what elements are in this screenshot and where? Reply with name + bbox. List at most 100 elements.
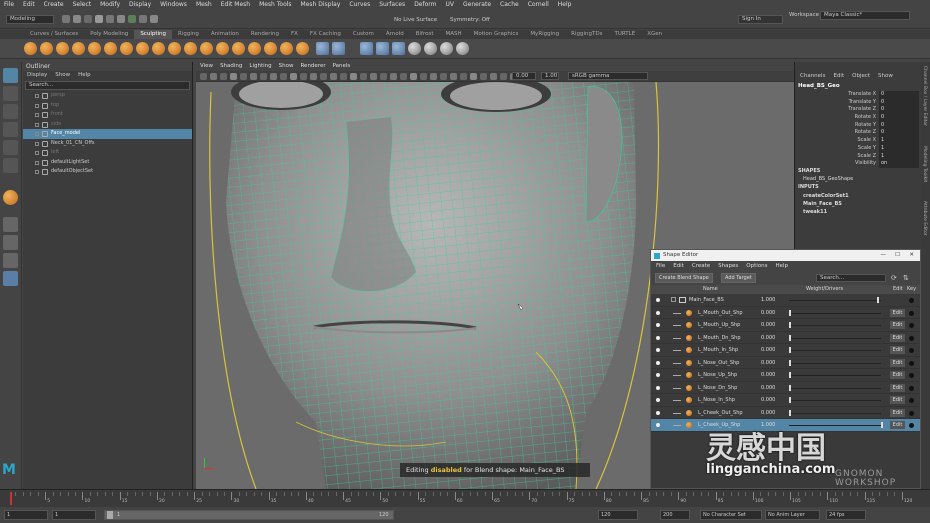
target-key-icon[interactable] xyxy=(909,360,914,366)
target-edit-button[interactable]: Edit xyxy=(890,371,905,379)
target-edit-button[interactable]: Edit xyxy=(890,308,905,317)
target-slider-handle[interactable] xyxy=(789,322,791,328)
target-edit-button[interactable]: Edit xyxy=(890,321,905,329)
panel-toolbar-icons[interactable] xyxy=(200,73,517,80)
side-tab[interactable]: Attribute Editor xyxy=(922,201,927,236)
relax-tool-icon[interactable] xyxy=(56,42,69,55)
smear-tool-icon[interactable] xyxy=(248,42,261,55)
target-slider[interactable] xyxy=(789,387,881,389)
channel-value[interactable]: 1 xyxy=(879,137,919,145)
menu-help[interactable]: Help xyxy=(558,0,572,10)
menu-mesh-display[interactable]: Mesh Display xyxy=(301,0,341,10)
target-row[interactable]: L_Mouth_In_Shp 0.000 Edit xyxy=(651,344,920,357)
close-icon[interactable]: ✕ xyxy=(909,250,914,261)
target-slider-handle[interactable] xyxy=(789,334,791,341)
channel-row[interactable]: Rotate X0 xyxy=(795,114,922,122)
shelf-tab-curves-surfaces[interactable]: Curves / Surfaces xyxy=(24,30,84,39)
four-view-icon[interactable] xyxy=(3,235,18,250)
range-start-handle[interactable] xyxy=(107,511,113,519)
scrape-tool-icon[interactable] xyxy=(200,42,213,55)
symmetry-label[interactable]: Symmetry: Off xyxy=(450,16,490,24)
target-weight[interactable]: 0.000 xyxy=(761,319,775,332)
channel-row[interactable]: Rotate Y0 xyxy=(795,121,922,130)
target-row[interactable]: L_Nose_Dn_Shp 0.000 Edit xyxy=(651,382,920,394)
channel-value[interactable]: 0 xyxy=(879,91,919,99)
target-row[interactable]: L_Mouth_Up_Shp 0.000 Edit xyxy=(651,319,920,332)
target-slider-handle[interactable] xyxy=(789,347,791,353)
weight-column-header[interactable]: Weight/Drivers xyxy=(806,285,843,294)
viewport-menu-lighting[interactable]: Lighting xyxy=(249,62,271,71)
expand-icon[interactable] xyxy=(35,103,39,108)
visibility-icon[interactable] xyxy=(656,373,660,377)
target-edit-button[interactable]: Edit xyxy=(890,383,905,392)
shelf-tab-fx[interactable]: FX xyxy=(285,30,304,39)
channel-menu-show[interactable]: Show xyxy=(878,73,893,79)
spray-tool-icon[interactable] xyxy=(136,42,149,55)
shape-menu-shapes[interactable]: Shapes xyxy=(718,261,738,271)
blend-icon[interactable] xyxy=(360,42,373,55)
cube-icon[interactable] xyxy=(424,42,437,55)
viewport-menu-panels[interactable]: Panels xyxy=(333,62,351,71)
expand-icon[interactable] xyxy=(35,122,39,127)
viewport-menu-view[interactable]: View xyxy=(200,62,213,71)
menu-modify[interactable]: Modify xyxy=(100,0,120,10)
channel-value[interactable]: 0 xyxy=(879,121,919,130)
visibility-icon[interactable] xyxy=(656,335,660,340)
target-slider[interactable] xyxy=(789,412,881,414)
target-key-icon[interactable] xyxy=(909,348,914,353)
menu-cache[interactable]: Cache xyxy=(500,0,519,10)
input-node[interactable]: Main_Face_BS xyxy=(803,200,849,208)
outliner-item[interactable]: left xyxy=(23,148,192,158)
target-row[interactable]: L_Mouth_Dn_Shp 0.000 Edit xyxy=(651,332,920,344)
outliner-menu-display[interactable]: Display xyxy=(27,71,47,80)
grab-tool-icon[interactable] xyxy=(72,42,85,55)
time-slider[interactable]: 5 10 15 20 25 30 35 40 45 50 55 60 65 70 75 80 85 90 95 100… xyxy=(0,489,930,507)
target-slider-handle[interactable] xyxy=(789,384,791,391)
group-slider-handle[interactable] xyxy=(877,297,879,303)
menu-generate[interactable]: Generate xyxy=(463,0,491,10)
exposure-field[interactable]: 0.00 xyxy=(512,72,536,80)
target-slider[interactable] xyxy=(789,337,881,339)
target-row[interactable]: L_Nose_Out_Shp 0.000 Edit xyxy=(651,357,920,369)
menu-display[interactable]: Display xyxy=(129,0,151,10)
target-key-icon[interactable] xyxy=(909,410,914,416)
playback-start-field[interactable]: 1 xyxy=(52,510,96,520)
target-slider[interactable] xyxy=(789,375,881,376)
target-edit-button[interactable]: Edit xyxy=(890,358,905,367)
shelf-tab-fx-caching[interactable]: FX Caching xyxy=(304,30,347,39)
layout-icon[interactable] xyxy=(3,253,18,268)
range-bar[interactable]: 1 120 xyxy=(104,510,394,520)
channel-row[interactable]: Rotate Z0 xyxy=(795,129,922,138)
shrink-icon[interactable] xyxy=(392,42,405,55)
bulge-tool-icon[interactable] xyxy=(264,42,277,55)
outliner-item[interactable]: side xyxy=(23,120,192,130)
cylinder-icon[interactable] xyxy=(440,42,453,55)
target-edit-button[interactable]: Edit xyxy=(890,396,905,404)
outliner-item[interactable]: persp xyxy=(23,91,192,101)
group-key-icon[interactable] xyxy=(909,298,914,303)
side-tab[interactable]: Modeling Toolkit xyxy=(922,146,927,182)
shape-menu-options[interactable]: Options xyxy=(746,261,767,271)
menu-edit[interactable]: Edit xyxy=(23,0,35,10)
shelf-tab-xgen[interactable]: XGen xyxy=(641,30,668,39)
outliner-layout-icon[interactable] xyxy=(3,271,18,286)
outliner-menu-show[interactable]: Show xyxy=(55,71,70,80)
visibility-icon[interactable] xyxy=(656,298,660,302)
outliner-item[interactable]: top xyxy=(23,101,192,111)
channel-value[interactable]: 1 xyxy=(879,144,919,153)
target-edit-button[interactable]: Edit xyxy=(890,333,905,342)
menu-uv[interactable]: UV xyxy=(446,0,455,10)
target-key-icon[interactable] xyxy=(909,310,914,316)
channel-row[interactable]: Visibility on xyxy=(795,160,922,168)
target-key-icon[interactable] xyxy=(909,398,914,403)
select-tool-icon[interactable] xyxy=(3,68,18,83)
target-slider-handle[interactable] xyxy=(789,409,791,416)
workspace-dropdown[interactable]: Maya Classic* xyxy=(820,11,910,20)
visibility-icon[interactable] xyxy=(656,423,660,427)
target-weight[interactable]: 0.000 xyxy=(761,407,775,420)
sculpt-last-tool-icon[interactable] xyxy=(3,190,18,205)
target-slider[interactable] xyxy=(789,400,881,401)
channel-menu-channels[interactable]: Channels xyxy=(800,73,825,79)
target-key-icon[interactable] xyxy=(909,373,914,378)
menu-cornell[interactable]: Cornell xyxy=(528,0,549,10)
